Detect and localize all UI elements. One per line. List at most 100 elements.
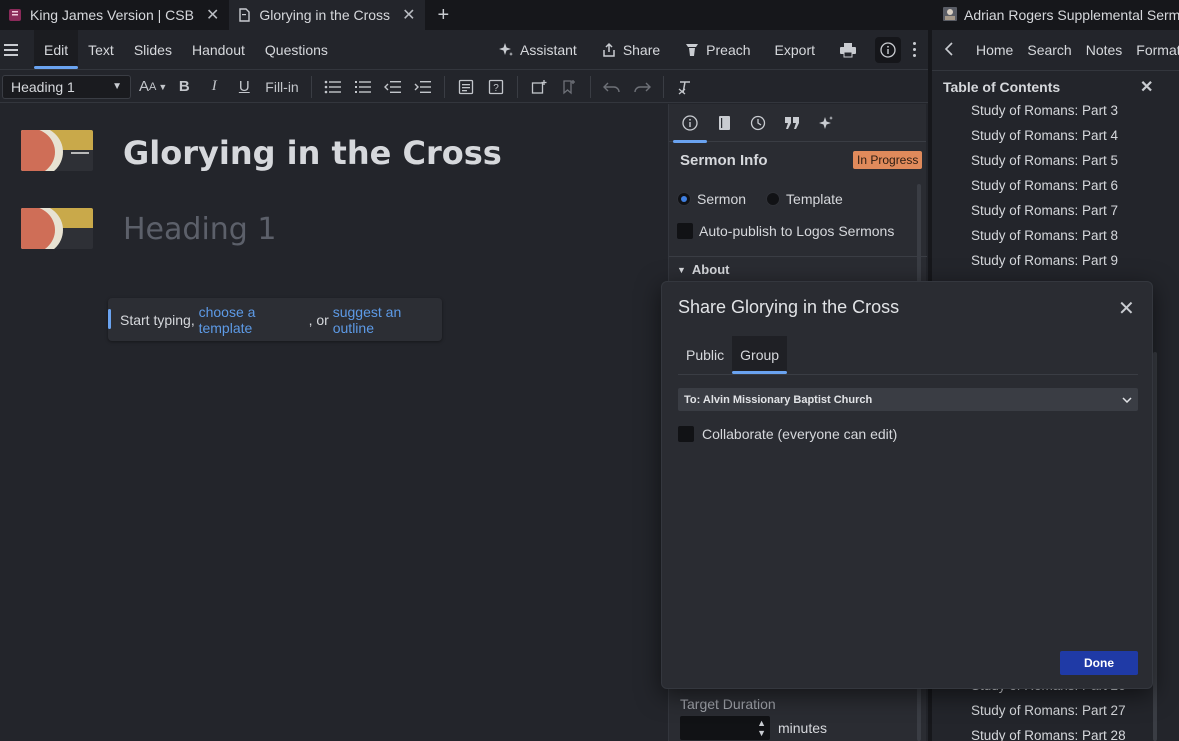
back-arrow-icon[interactable] (944, 41, 954, 59)
menu-slides[interactable]: Slides (124, 30, 182, 69)
menu-questions[interactable]: Questions (255, 30, 338, 69)
nav-home[interactable]: Home (976, 42, 1013, 58)
close-icon[interactable]: ✕ (1118, 296, 1135, 321)
tab-public[interactable]: Public (678, 336, 732, 374)
podium-icon (686, 43, 699, 56)
collaborate-checkbox[interactable] (678, 426, 694, 442)
fill-in-button[interactable]: Fill-in (261, 75, 302, 99)
quote-icon[interactable] (775, 104, 809, 142)
heading-placeholder[interactable]: Heading 1 (123, 212, 276, 247)
hint-mid: , or (308, 311, 333, 328)
svg-text:?: ? (493, 83, 499, 94)
bible-icon (8, 8, 22, 22)
sermon-title[interactable]: Glorying in the Cross (123, 134, 502, 172)
nav-notes[interactable]: Notes (1086, 42, 1123, 58)
book-cover-icon (942, 6, 958, 25)
menu-handout[interactable]: Handout (182, 30, 255, 69)
tab-kjv[interactable]: King James Version | CSB ✕ (0, 0, 230, 30)
radio-template[interactable] (766, 192, 781, 206)
toc-item[interactable]: Study of Romans: Part 4 (971, 128, 1118, 143)
nav-format[interactable]: Format (1136, 42, 1179, 58)
add-slide-icon[interactable] (526, 75, 552, 99)
suggest-outline-link[interactable]: suggest an outline (333, 304, 442, 336)
history-icon[interactable] (741, 104, 775, 142)
target-duration-unit: minutes (778, 720, 828, 736)
font-size-icon[interactable]: A A ▼ (139, 75, 167, 99)
sparkle-icon[interactable] (809, 104, 843, 142)
menu-text[interactable]: Text (78, 30, 124, 69)
sermon-editor[interactable]: Glorying in the Cross Heading 1 Start ty… (0, 104, 668, 741)
question-block-icon[interactable]: ? (483, 75, 509, 99)
export-label: Export (774, 41, 815, 58)
info-icon[interactable] (875, 36, 901, 63)
status-badge[interactable]: In Progress (853, 151, 923, 169)
menu-edit[interactable]: Edit (34, 30, 79, 69)
numbered-list-icon[interactable] (350, 75, 376, 99)
done-button[interactable]: Done (1060, 651, 1138, 675)
add-tab-icon[interactable]: + (425, 0, 461, 30)
right-tab[interactable]: Adrian Rogers Supplemental Sermons (932, 0, 1179, 30)
sermon-info-title: Sermon Info (680, 152, 768, 169)
close-icon[interactable]: ✕ (402, 5, 415, 25)
toc-item[interactable]: Study of Romans: Part 27 (971, 703, 1126, 718)
stepper-icon[interactable]: ▲ ▼ (757, 718, 766, 738)
preach-button[interactable]: Preach (672, 42, 762, 58)
hint-prefix: Start typing, (120, 311, 199, 328)
auto-publish-checkbox[interactable] (677, 223, 693, 239)
toolbar-divider (516, 75, 518, 98)
scrollbar[interactable] (1153, 352, 1157, 741)
redo-icon[interactable] (629, 75, 655, 99)
toc-item[interactable]: Study of Romans: Part 28 (971, 728, 1126, 741)
export-button[interactable]: Export (763, 42, 827, 58)
toolbar-divider (310, 75, 312, 98)
print-icon[interactable] (827, 42, 869, 58)
hamburger-menu-icon[interactable] (4, 43, 28, 56)
slide-thumbnail[interactable] (21, 208, 93, 249)
toc-item[interactable]: Study of Romans: Part 5 (971, 153, 1118, 168)
choose-template-link[interactable]: choose a template (199, 304, 309, 336)
more-options-icon[interactable] (907, 42, 928, 57)
bold-icon[interactable]: B (171, 75, 197, 99)
group-recipient-select[interactable]: To: Alvin Missionary Baptist Church (678, 388, 1138, 411)
tab-group[interactable]: Group (732, 336, 788, 374)
italic-icon[interactable]: I (201, 75, 227, 99)
menu-bar: Edit Text Slides Handout Questions Assis… (0, 30, 928, 70)
text-block-icon[interactable] (453, 75, 479, 99)
slide-thumbnail[interactable] (21, 130, 93, 171)
radio-sermon[interactable] (677, 192, 691, 206)
toc-item[interactable]: Study of Romans: Part 8 (971, 228, 1118, 243)
panel-icon-tabs (669, 104, 926, 143)
toc-item[interactable]: Study of Romans: Part 3 (971, 103, 1118, 118)
close-icon[interactable]: ✕ (206, 5, 219, 25)
toc-item[interactable]: Study of Romans: Part 7 (971, 203, 1118, 218)
underline-icon[interactable]: U (231, 75, 257, 99)
bookmark-add-icon[interactable] (556, 75, 582, 99)
info-tab-icon[interactable] (673, 104, 707, 143)
chevron-down-icon: ▼ (677, 264, 686, 275)
tab-sermon[interactable]: Glorying in the Cross ✕ (229, 0, 426, 30)
toc-item[interactable]: Study of Romans: Part 9 (971, 253, 1118, 268)
clear-formatting-icon[interactable] (672, 75, 698, 99)
target-duration-input[interactable]: ▲ ▼ (680, 716, 770, 740)
nav-search[interactable]: Search (1027, 42, 1071, 58)
indent-icon[interactable] (410, 75, 436, 99)
bullet-list-icon[interactable] (320, 75, 346, 99)
close-icon[interactable]: ✕ (1140, 77, 1153, 97)
format-toolbar: Heading 1 ▼ A A ▼ B I U Fill-in ? (0, 71, 928, 103)
auto-publish-label: Auto-publish to Logos Sermons (699, 223, 895, 239)
chevron-down-icon (1122, 394, 1132, 406)
tab-bar: King James Version | CSB ✕ Glorying in t… (0, 0, 928, 30)
radio-sermon-label: Sermon (697, 191, 747, 207)
about-section-toggle[interactable]: ▼ About (677, 262, 729, 277)
collaborate-label: Collaborate (everyone can edit) (702, 426, 898, 442)
radio-template-label: Template (786, 191, 843, 207)
assistant-button[interactable]: Assistant (486, 42, 589, 58)
paragraph-style-select[interactable]: Heading 1 ▼ (2, 74, 131, 99)
share-icon (603, 42, 615, 57)
share-button[interactable]: Share (589, 42, 672, 58)
toc-item[interactable]: Study of Romans: Part 6 (971, 178, 1118, 193)
notebook-icon[interactable] (707, 104, 741, 142)
collaborate-row: Collaborate (everyone can edit) (678, 426, 897, 442)
outdent-icon[interactable] (380, 75, 406, 99)
undo-icon[interactable] (599, 75, 625, 99)
